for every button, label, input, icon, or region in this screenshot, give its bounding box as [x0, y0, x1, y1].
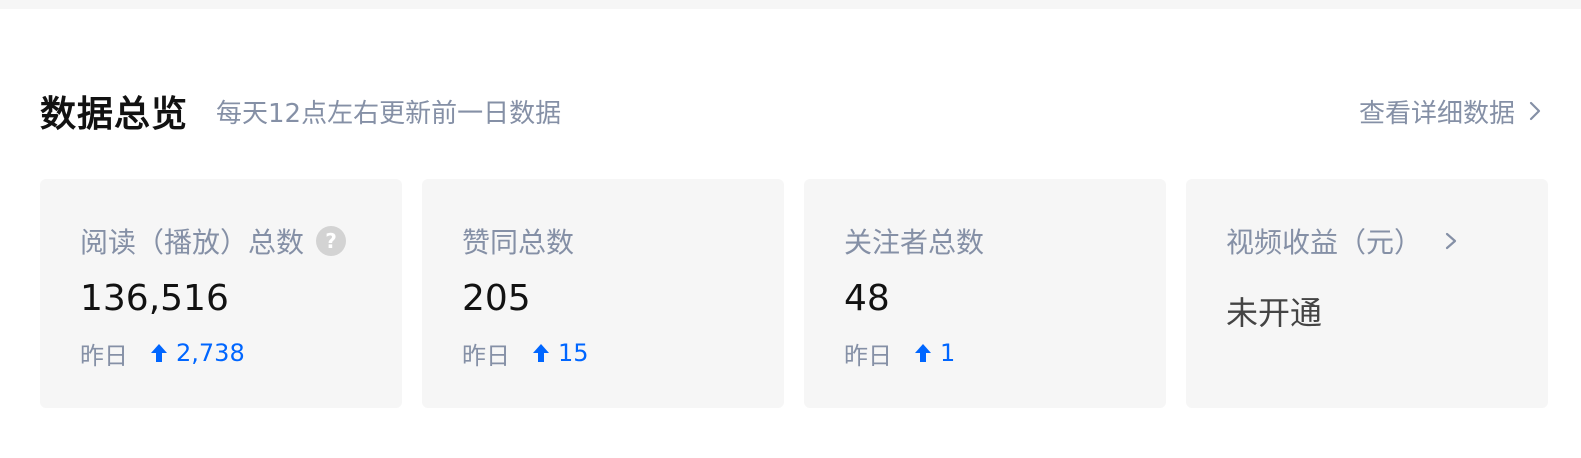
card-label: 赞同总数	[462, 226, 575, 259]
card-label-row: 关注者总数	[844, 217, 1166, 265]
delta-value: 15	[558, 339, 589, 367]
view-detailed-data-label: 查看详细数据	[1358, 98, 1515, 129]
card-label-row: 阅读（播放）总数 ?	[80, 217, 402, 265]
card-label: 关注者总数	[844, 226, 985, 259]
card-delta: 昨日 15	[462, 337, 784, 370]
stat-card-video-revenue[interactable]: 视频收益（元） 未开通	[1186, 179, 1548, 408]
chevron-right-icon	[1529, 101, 1541, 121]
delta-label: 昨日	[80, 341, 128, 370]
delta-value: 2,738	[176, 339, 245, 367]
delta-label: 昨日	[462, 341, 510, 370]
card-value: 48	[844, 278, 890, 319]
card-label-row: 视频收益（元）	[1226, 217, 1548, 265]
question-circle-icon[interactable]: ?	[316, 226, 347, 256]
arrow-up-icon	[533, 344, 549, 362]
update-note: 每天12点左右更新前一日数据	[216, 98, 562, 129]
card-label: 视频收益（元）	[1226, 226, 1423, 259]
overview-header: 数据总览 每天12点左右更新前一日数据 查看详细数据	[40, 81, 1543, 141]
stat-card-likes: 赞同总数 205 昨日 15	[422, 179, 784, 408]
card-label: 阅读（播放）总数	[80, 226, 305, 259]
delta-label: 昨日	[844, 341, 892, 370]
arrow-up-icon	[915, 344, 931, 362]
card-value: 205	[462, 278, 531, 319]
view-detailed-data-link[interactable]: 查看详细数据	[1359, 93, 1543, 130]
page-title: 数据总览	[40, 94, 189, 135]
card-delta: 昨日 1	[844, 337, 1166, 370]
data-overview-panel: 数据总览 每天12点左右更新前一日数据 查看详细数据 阅读（播放）总数 ? 13…	[0, 9, 1581, 458]
arrow-up-icon	[151, 344, 167, 362]
card-delta: 昨日 2,738	[80, 337, 402, 370]
card-status: 未开通	[1226, 294, 1323, 332]
chevron-right-icon[interactable]	[1444, 231, 1458, 251]
stat-card-followers: 关注者总数 48 昨日 1	[804, 179, 1166, 408]
stat-card-reads: 阅读（播放）总数 ? 136,516 昨日 2,738	[40, 179, 402, 408]
card-label-row: 赞同总数	[462, 217, 784, 265]
stat-cards: 阅读（播放）总数 ? 136,516 昨日 2,738 赞同总数 205 昨日	[40, 179, 1548, 408]
card-value: 136,516	[80, 278, 229, 319]
delta-value: 1	[940, 339, 956, 367]
